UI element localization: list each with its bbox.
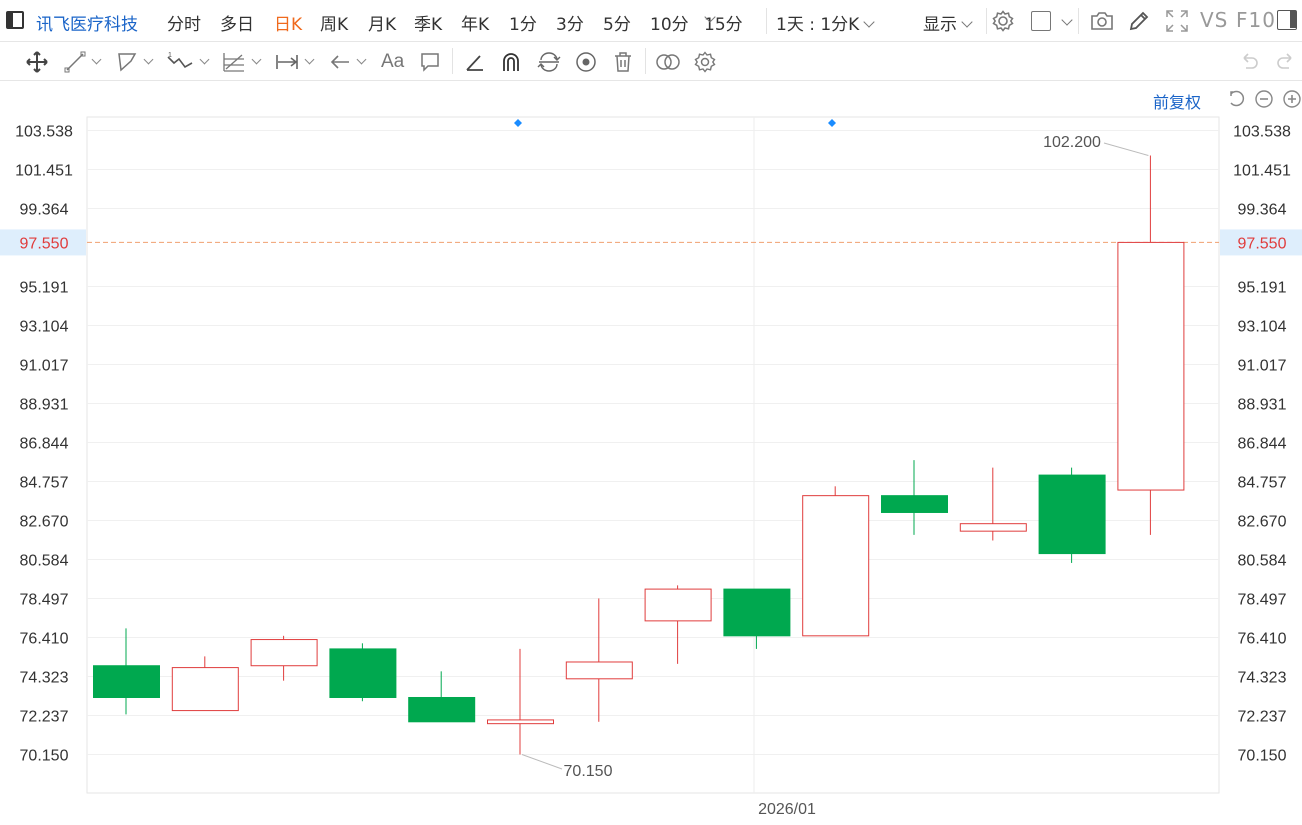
y-tick-label-right: 70.150 — [1238, 748, 1287, 765]
y-tick-label-right: 82.670 — [1238, 514, 1287, 531]
candle-body[interactable] — [802, 495, 870, 637]
y-tick-label-right: 95.191 — [1238, 280, 1287, 297]
min-price-label: 70.150 — [564, 763, 613, 780]
candle-body[interactable] — [644, 588, 712, 622]
candle-body[interactable] — [1038, 474, 1106, 555]
y-tick-label-left: 86.844 — [20, 436, 69, 453]
y-tick-label-right: 91.017 — [1238, 358, 1287, 375]
candle-body[interactable] — [250, 639, 318, 667]
candle-body[interactable] — [93, 665, 160, 698]
candle-body[interactable] — [329, 648, 397, 698]
y-tick-label-right: 84.757 — [1238, 475, 1287, 492]
y-tick-label-right: 101.451 — [1233, 163, 1291, 180]
y-tick-label-left: 103.538 — [15, 124, 73, 141]
candle-body[interactable] — [171, 667, 239, 712]
chart-area: 103.538 103.538 101.451 101.451 99.364 99.364… — [0, 0, 1302, 825]
y-tick-label-right: 88.931 — [1238, 396, 1287, 413]
candle-body[interactable] — [959, 523, 1027, 532]
candle-body[interactable] — [881, 495, 948, 513]
y-tick-label-right: 99.364 — [1238, 202, 1287, 219]
y-tick-label-left: 101.451 — [15, 163, 73, 180]
candle-body[interactable] — [1117, 241, 1185, 491]
candlestick-chart[interactable]: 103.538 103.538 101.451 101.451 99.364 99.364… — [0, 0, 1302, 825]
y-tick-label-right: 74.323 — [1238, 670, 1287, 687]
y-tick-label-right: 103.538 — [1233, 124, 1291, 141]
y-tick-label-right: 80.584 — [1238, 552, 1287, 569]
y-tick-label-left: 99.364 — [20, 202, 69, 219]
y-tick-label-left: 72.237 — [20, 708, 69, 725]
y-tick-label-right: 86.844 — [1238, 436, 1287, 453]
y-tick-label-left: 95.191 — [20, 280, 69, 297]
y-tick-label-left: 91.017 — [20, 358, 69, 375]
y-tick-label-left: 93.104 — [20, 319, 69, 336]
y-tick-label-left: 82.670 — [20, 514, 69, 531]
y-tick-label-left: 70.150 — [20, 748, 69, 765]
y-tick-label-right: 76.410 — [1238, 631, 1287, 648]
y-tick-label-left: 97.550 — [20, 235, 69, 252]
y-tick-label-right: 78.497 — [1238, 592, 1287, 609]
plot-frame — [86, 116, 1220, 794]
candle-body[interactable] — [565, 661, 633, 680]
y-tick-label-left: 88.931 — [20, 396, 69, 413]
y-tick-label-right: 97.550 — [1238, 235, 1287, 252]
y-tick-label-right: 93.104 — [1238, 319, 1287, 336]
y-tick-label-left: 80.584 — [20, 552, 69, 569]
candle-body[interactable] — [723, 588, 791, 637]
y-tick-label-right: 72.237 — [1238, 708, 1287, 725]
y-tick-label-left: 78.497 — [20, 592, 69, 609]
y-tick-label-left: 76.410 — [20, 631, 69, 648]
candle-body[interactable] — [408, 696, 476, 723]
max-price-label: 102.200 — [1043, 134, 1101, 151]
y-tick-label-left: 74.323 — [20, 670, 69, 687]
x-axis-label: 2026/01 — [758, 801, 816, 818]
y-tick-label-left: 84.757 — [20, 475, 69, 492]
candle-body[interactable] — [487, 719, 554, 725]
